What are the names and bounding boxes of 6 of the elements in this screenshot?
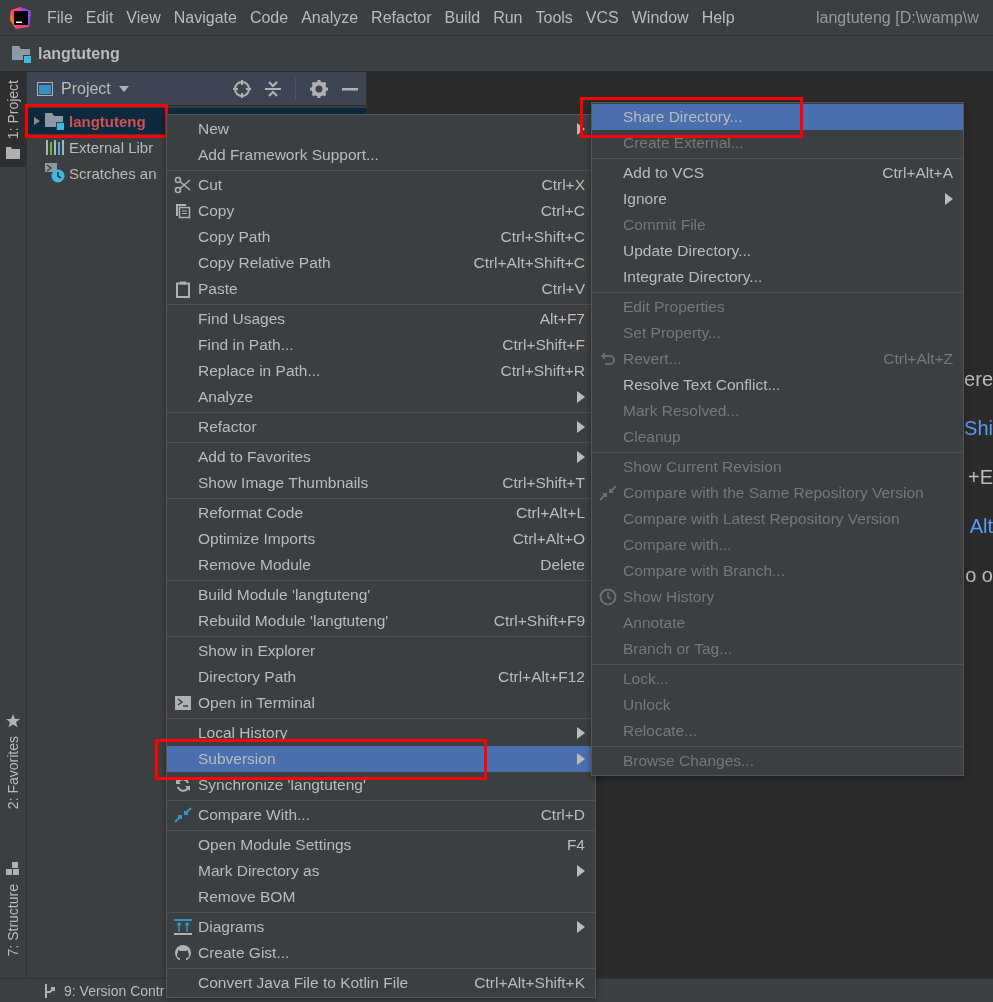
- editor-text: ere: [964, 368, 993, 390]
- editor-text: +E: [967, 466, 993, 488]
- editor-text: Alt: [969, 515, 993, 537]
- editor-text: Shi: [964, 417, 993, 439]
- window-title: langtuteng [D:\wamp\w: [816, 8, 980, 27]
- editor-text: o o: [965, 564, 993, 586]
